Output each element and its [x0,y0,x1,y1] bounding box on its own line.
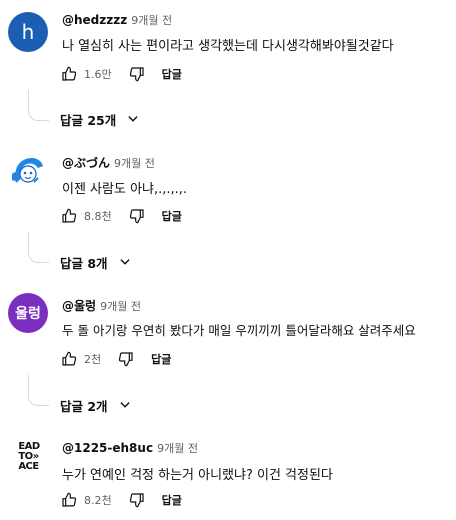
thread-connector [28,375,49,406]
author-name[interactable]: @ぶづん [62,156,110,170]
chevron-down-icon [119,402,130,408]
comment-text: 이젠 사람도 아냐,.,.,.,. [62,182,188,197]
thread-connector [28,232,49,263]
replies-count: 답글 2개 [60,398,108,414]
avatar[interactable]: EAD TO» ACE [8,437,48,477]
comment-header: @hedzzzz 9개월 전 [62,12,172,28]
reply-button[interactable]: 답글 [162,66,182,82]
timestamp[interactable]: 9개월 전 [100,300,141,313]
cartoon-avatar-icon [12,158,43,183]
thumb-up-icon[interactable] [60,65,78,83]
author-name[interactable]: @1225-eh8uc [62,441,153,455]
reply-button[interactable]: 답글 [162,492,182,508]
comment-actions: 1.6만 답글 [60,64,182,84]
thumb-down-icon[interactable] [128,65,146,83]
chevron-down-icon [119,259,130,265]
comment-text: 누가 연예인 걱정 하는거 아니랬냐? 이건 걱정된다 [62,468,333,483]
avatar[interactable]: 울렁 [8,293,48,333]
reply-button[interactable]: 답글 [162,208,182,224]
timestamp[interactable]: 9개월 전 [131,14,172,27]
thumb-down-icon[interactable] [128,207,146,225]
comment-actions: 8.8천 답글 [60,206,182,226]
timestamp[interactable]: 9개월 전 [114,157,155,170]
like-count: 8.8천 [84,210,112,223]
like-count: 1.6만 [84,68,112,81]
avatar[interactable] [8,150,48,190]
comment-header: @울렁 9개월 전 [62,297,141,314]
chevron-down-icon [128,116,138,122]
thumb-up-icon[interactable] [60,350,78,368]
thumb-up-icon[interactable] [60,207,78,225]
thumb-down-icon[interactable] [117,350,135,368]
comment-text: 나 열심히 사는 편이라고 생각했는데 다시생각해봐야될것같다 [62,39,394,54]
comment-actions: 2천 답글 [60,349,171,369]
timestamp[interactable]: 9개월 전 [157,442,198,455]
author-name[interactable]: @울렁 [62,299,96,313]
avatar[interactable]: h [8,12,48,52]
view-replies-button[interactable]: 답글 2개 [60,394,132,416]
comment-text: 두 돌 아기랑 우연히 봤다가 매일 우끼끼끼 틀어달라해요 살려주세요 [62,323,416,338]
comment-actions: 8.2천 답글 [60,490,182,510]
comment-header: @ぶづん 9개월 전 [62,154,155,171]
thread-connector [28,90,49,121]
like-count: 8.2천 [84,494,112,507]
like-count: 2천 [84,353,102,366]
comment-header: @1225-eh8uc 9개월 전 [62,440,198,456]
thumb-up-icon[interactable] [60,491,78,509]
replies-count: 답글 25개 [60,112,117,128]
thumb-down-icon[interactable] [128,491,146,509]
reply-button[interactable]: 답글 [151,351,171,367]
view-replies-button[interactable]: 답글 25개 [60,108,140,130]
view-replies-button[interactable]: 답글 8개 [60,251,132,273]
author-name[interactable]: @hedzzzz [62,13,127,27]
replies-count: 답글 8개 [60,255,108,271]
